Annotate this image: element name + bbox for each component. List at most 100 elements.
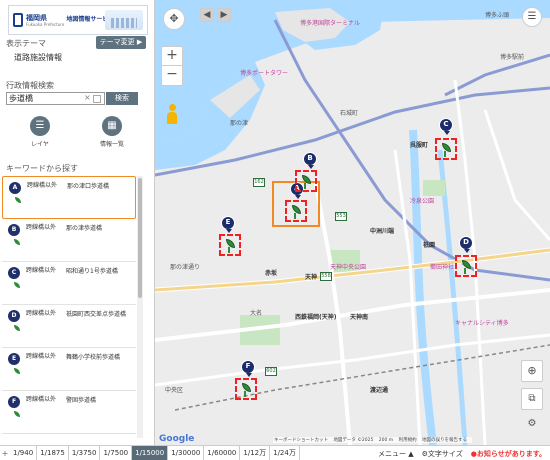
keyboard-shortcuts-link[interactable]: キーボードショートカット: [274, 438, 328, 443]
map-marker[interactable]: D: [459, 236, 475, 253]
site-logo[interactable]: 福岡県 Fukuoka Prefecture 地図情報サービス: [8, 5, 148, 35]
forward-icon[interactable]: ▶: [217, 8, 231, 22]
marker-pin-icon: F: [8, 396, 20, 408]
map-menu-icon[interactable]: ☰: [522, 7, 542, 27]
compass-icon[interactable]: ✥: [163, 8, 185, 30]
scale-bar: 200 m: [378, 438, 394, 443]
facility-target[interactable]: [455, 255, 477, 277]
map-label: 中央区: [165, 387, 184, 394]
locate-icon[interactable]: ⊕: [521, 360, 543, 382]
result-item[interactable]: A 跨線橋以外 那の津口歩道橋: [2, 176, 136, 219]
scale-button[interactable]: 1/3750: [69, 445, 101, 460]
map-label: 呉服町: [410, 142, 429, 149]
leaf-stem: [244, 391, 246, 397]
map-label: 天神中央公園: [330, 264, 367, 271]
map-label: 博多駅前: [500, 54, 525, 61]
map-marker[interactable]: B: [303, 152, 319, 169]
menu-link[interactable]: メニュー ▲: [378, 449, 414, 459]
search-checkbox[interactable]: [93, 95, 101, 103]
map-marker[interactable]: C: [439, 118, 455, 135]
bottom-right-tools: メニュー ▲ ⚙文字サイズ ●お知らせがあります。: [370, 446, 546, 460]
result-item[interactable]: E 跨線橋以外 舞鶴小学校前歩道橋: [2, 348, 136, 391]
marker-pin-icon: C: [8, 267, 20, 279]
leaf-icon: [14, 239, 20, 245]
scale-button[interactable]: 1/15000: [132, 445, 169, 460]
list-icon: ☰: [30, 116, 50, 136]
map-label: 博多ポートタワー: [240, 70, 289, 77]
map-marker[interactable]: E: [221, 216, 237, 233]
leaf-icon: [14, 411, 20, 417]
scale-button[interactable]: 1/7500: [100, 445, 133, 460]
zoom-out-button[interactable]: −: [161, 66, 183, 86]
scale-expand-icon[interactable]: +: [0, 449, 10, 458]
result-item[interactable]: F 跨線橋以外 警固歩道橋: [2, 391, 136, 434]
list-scrollbar[interactable]: [137, 176, 143, 438]
marker-pin-icon: E: [221, 216, 235, 233]
leaf-stem: [444, 151, 446, 157]
map-label: 赤坂: [265, 270, 278, 277]
map-label: 天神南: [350, 314, 369, 321]
street-view-pegman-icon[interactable]: [164, 104, 180, 126]
scale-button[interactable]: 1/12万: [240, 445, 271, 460]
scale-button[interactable]: 1/1875: [37, 445, 69, 460]
leaf-stem: [228, 247, 230, 253]
scale-button[interactable]: 1/30000: [168, 445, 205, 460]
result-item[interactable]: G跨線橋以外: [2, 434, 136, 438]
map-canvas[interactable]: 博多港国際ターミナル 博多ポートタワー 那の津 石城町 那の津通り 中洲川端 天神 天神中央公…: [155, 0, 550, 445]
result-item[interactable]: C 跨線橋以外 昭和通り1号歩道橋: [2, 262, 136, 305]
route-sign: 553: [335, 212, 347, 221]
back-icon[interactable]: ◀: [200, 8, 214, 22]
layer-tool-button[interactable]: ☰ レイヤ: [20, 116, 60, 148]
route-sign: 558: [320, 272, 332, 281]
facility-target[interactable]: [219, 234, 241, 256]
map-label: 博多ふ頭: [485, 12, 510, 19]
marker-pin-icon: A: [9, 182, 21, 194]
result-name: 那の津口歩道橋: [67, 183, 110, 190]
zoom-in-button[interactable]: +: [161, 46, 183, 66]
notice-link[interactable]: ●お知らせがあります。: [471, 449, 546, 459]
gear-icon[interactable]: ⚙: [521, 416, 543, 434]
result-item[interactable]: D 跨線橋以外 祇園町西交差点歩道橋: [2, 305, 136, 348]
map-label: キャナルシティ博多: [455, 320, 509, 327]
map-label: 那の津: [230, 120, 249, 127]
result-category: 跨線橋以外: [26, 396, 57, 403]
facility-target[interactable]: [285, 200, 307, 222]
leaf-stem: [464, 268, 466, 274]
leaf-icon: [14, 368, 20, 374]
scale-button[interactable]: 1/24万: [270, 445, 300, 460]
result-category: 跨線橋以外: [26, 353, 57, 360]
theme-label: 表示テーマ: [6, 39, 46, 48]
map-marker[interactable]: F: [241, 360, 257, 377]
admin-search-label: 行政情報検索: [6, 81, 54, 90]
facility-target[interactable]: [235, 378, 257, 400]
layers-icon[interactable]: ⧉: [521, 388, 543, 410]
table-icon: ▦: [102, 116, 122, 136]
scroll-thumb[interactable]: [138, 178, 142, 298]
google-logo: Google: [159, 434, 195, 444]
info-list-tool-button[interactable]: ▦ 情報一覧: [92, 116, 132, 148]
scale-button[interactable]: 1/940: [10, 445, 38, 460]
leaf-icon: [15, 197, 21, 203]
search-button[interactable]: 検索: [106, 92, 138, 105]
result-name: 祇園町西交差点歩道橋: [66, 311, 127, 318]
terms-link[interactable]: 利用規約: [399, 438, 417, 443]
facility-target[interactable]: [435, 138, 457, 160]
map-label: 西鉄福岡(天神): [295, 314, 337, 321]
leaf-icon: [14, 325, 20, 331]
leaf-stem: [304, 183, 306, 189]
result-name: 警固歩道橋: [66, 397, 97, 404]
text-size-link[interactable]: ⚙文字サイズ: [422, 449, 463, 459]
marker-pin-icon: E: [8, 353, 20, 365]
text-size-label: 文字サイズ: [427, 449, 463, 458]
report-error-link[interactable]: 地図の誤りを報告する: [422, 438, 467, 443]
side-panel: 福岡県 Fukuoka Prefecture 地図情報サービス 表示テーマ テー…: [0, 0, 155, 445]
theme-change-button[interactable]: テーマ変更 ▶: [96, 36, 146, 49]
facility-target[interactable]: [295, 170, 317, 192]
marker-pin-icon: D: [459, 236, 473, 253]
scale-button[interactable]: 1/60000: [204, 445, 241, 460]
map-label: 博多港国際ターミナル: [300, 20, 361, 27]
clear-icon[interactable]: ×: [84, 93, 91, 102]
result-item[interactable]: B 跨線橋以外 那の津歩道橋: [2, 219, 136, 262]
map-label: 大名: [250, 310, 263, 317]
logo-title: 福岡県: [26, 13, 47, 22]
